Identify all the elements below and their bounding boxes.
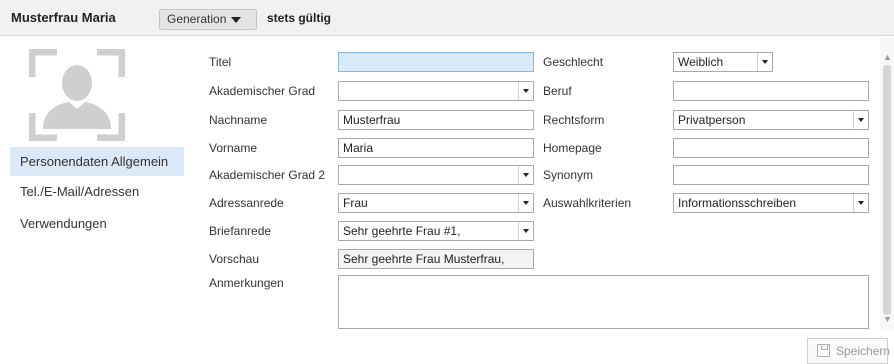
beruf-label: Beruf (543, 84, 572, 98)
dropdown-arrow-icon (853, 194, 868, 212)
caret-down-icon (231, 17, 241, 23)
auswahlkriterien-value: Informationsschreiben (678, 196, 797, 210)
dropdown-arrow-icon (518, 166, 533, 184)
person-silhouette-icon (29, 49, 125, 141)
vorname-input[interactable]: Maria (338, 138, 534, 158)
homepage-label: Homepage (543, 141, 602, 155)
adressanrede-label: Adressanrede (209, 196, 284, 210)
synonym-label: Synonym (543, 168, 594, 182)
vorname-label: Vorname (209, 141, 258, 155)
generation-dropdown-button[interactable]: Generation (159, 9, 257, 30)
sidebar-item-kontakt-adressen[interactable]: Tel./E-Mail/Adressen (10, 177, 184, 206)
briefanrede-label: Briefanrede (209, 224, 272, 238)
person-name: Musterfrau Maria (11, 10, 116, 25)
synonym-input[interactable] (673, 165, 869, 185)
scroll-down-icon[interactable]: ▼ (883, 314, 892, 324)
person-header: Musterfrau Maria Generation stets gültig (0, 0, 894, 36)
vertical-scrollbar[interactable]: ▲ ▼ (880, 37, 894, 330)
save-icon (817, 344, 830, 357)
adressanrede-value: Frau (343, 196, 368, 210)
titel-input[interactable] (338, 52, 534, 72)
auswahlkriterien-label: Auswahlkriterien (543, 196, 632, 210)
rechtsform-select[interactable]: Privatperson (673, 110, 869, 130)
homepage-input[interactable] (673, 138, 869, 158)
briefanrede-value: Sehr geehrte Frau #1, (343, 224, 461, 238)
generation-label: Generation (167, 12, 227, 26)
auswahlkriterien-select[interactable]: Informationsschreiben (673, 193, 869, 213)
dropdown-arrow-icon (853, 111, 868, 129)
rechtsform-value: Privatperson (678, 113, 746, 127)
anmerkungen-textarea[interactable] (338, 275, 869, 329)
dropdown-arrow-icon (518, 222, 533, 240)
geschlecht-select[interactable]: Weiblich (673, 52, 773, 72)
vorschau-field: Sehr geehrte Frau Musterfrau, (338, 249, 534, 269)
nachname-input[interactable]: Musterfrau (338, 110, 534, 130)
adressanrede-select[interactable]: Frau (338, 193, 534, 213)
dropdown-arrow-icon (757, 53, 772, 71)
sidebar: Personendaten Allgemein Tel./E-Mail/Adre… (0, 37, 190, 364)
vorschau-label: Vorschau (209, 252, 260, 266)
geschlecht-label: Geschlecht (543, 55, 604, 69)
akad-grad2-select[interactable] (338, 165, 534, 185)
briefanrede-select[interactable]: Sehr geehrte Frau #1, (338, 221, 534, 241)
akad-grad2-label: Akademischer Grad 2 (209, 168, 326, 182)
sidebar-item-label: Tel./E-Mail/Adressen (20, 184, 140, 199)
sidebar-item-personendaten[interactable]: Personendaten Allgemein (10, 147, 184, 176)
nachname-label: Nachname (209, 113, 268, 127)
akad-grad-select[interactable] (338, 81, 534, 101)
geschlecht-value: Weiblich (678, 55, 724, 69)
dropdown-arrow-icon (518, 82, 533, 100)
dropdown-arrow-icon (518, 194, 533, 212)
save-button-label: Speichern (836, 344, 891, 358)
titel-label: Titel (209, 55, 232, 69)
beruf-input[interactable] (673, 81, 869, 101)
scrollbar-thumb[interactable] (883, 65, 891, 315)
personal-data-form: Titel Akademischer Grad Nachname Vorname… (190, 37, 880, 364)
save-button[interactable]: Speichern (807, 338, 891, 364)
anmerkungen-label: Anmerkungen (209, 276, 284, 290)
scroll-up-icon[interactable]: ▲ (883, 52, 892, 62)
validity-label: stets gültig (267, 11, 332, 25)
sidebar-item-label: Personendaten Allgemein (20, 154, 169, 169)
rechtsform-label: Rechtsform (543, 113, 605, 127)
sidebar-item-verwendungen[interactable]: Verwendungen (10, 209, 184, 238)
sidebar-item-label: Verwendungen (20, 216, 107, 231)
akad-grad-label: Akademischer Grad (209, 84, 316, 98)
